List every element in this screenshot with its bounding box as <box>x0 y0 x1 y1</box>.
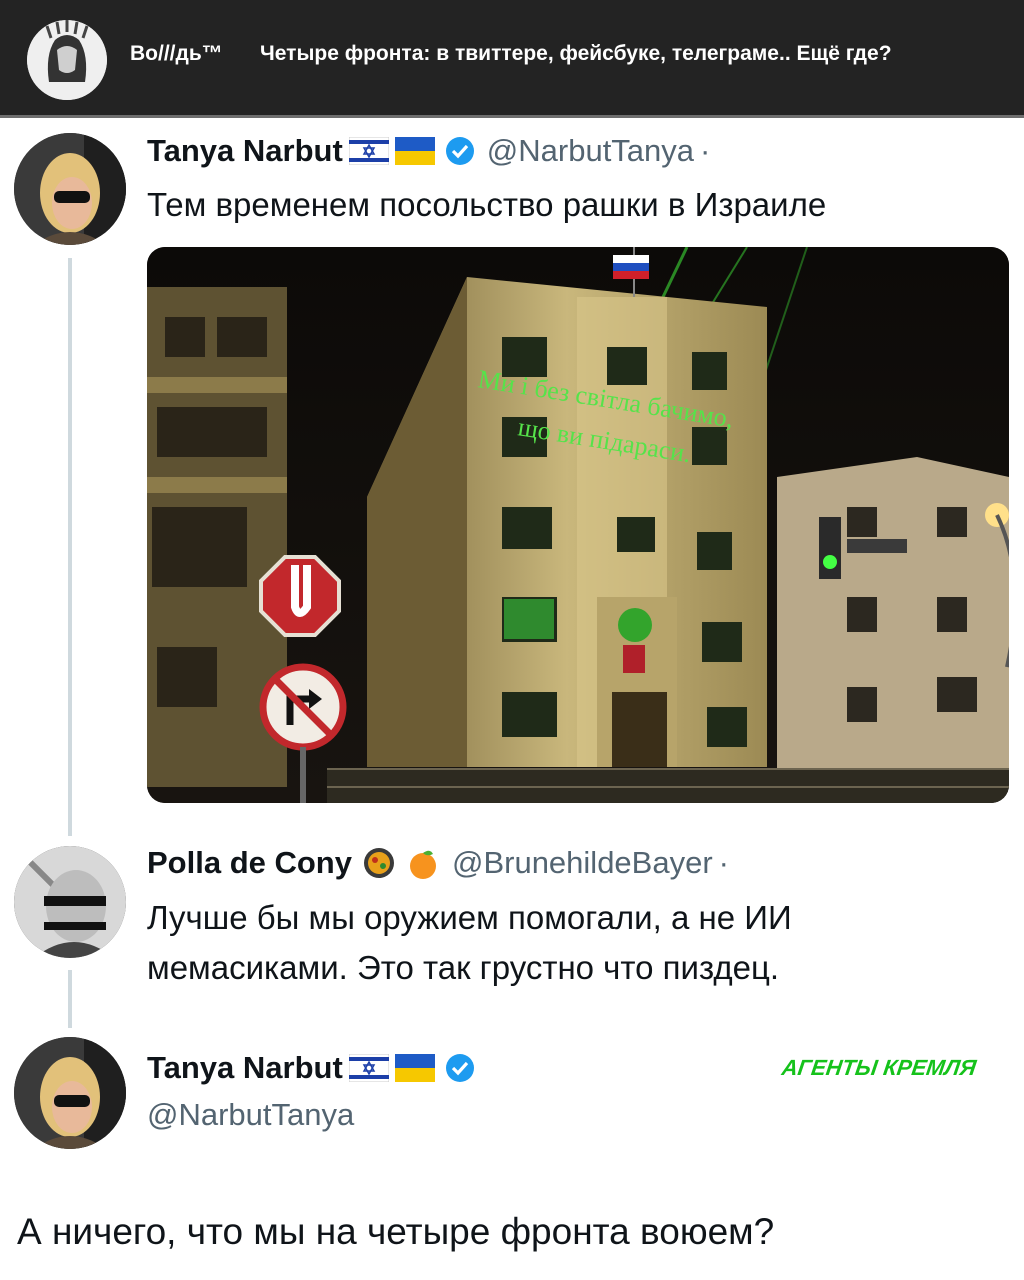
tweet-text-line-1: Лучше бы мы оружием помогали, а не ИИ <box>147 899 792 936</box>
channel-name[interactable]: Во///дь™ <box>130 42 223 66</box>
ukraine-flag-icon <box>394 1054 435 1082</box>
author-handle[interactable]: @NarbutTanya <box>487 133 694 169</box>
tweet-handle-row: @NarbutTanya <box>147 1097 354 1133</box>
tweet-text: А ничего, что мы на четыре фронта воюем? <box>17 1211 775 1252</box>
tweet-author-row: Polla de Cony @BrunehildeBayer · <box>147 845 729 881</box>
author-name[interactable]: Tanya Narbut <box>147 133 343 169</box>
avatar[interactable] <box>14 1037 126 1149</box>
thread-line <box>68 970 72 1028</box>
channel-avatar[interactable] <box>27 20 107 100</box>
channel-header: Во///дь™ Четыре фронта: в твиттере, фейс… <box>0 0 1024 118</box>
author-name[interactable]: Tanya Narbut <box>147 1050 343 1086</box>
orange-icon <box>409 850 436 879</box>
separator-dot: · <box>700 133 711 168</box>
tweet-photo[interactable]: Ми і без світла бачимо, що ви підараси. <box>147 247 1009 803</box>
thread-line <box>68 258 72 836</box>
separator-dot: · <box>718 845 729 880</box>
author-handle[interactable]: @BrunehildeBayer <box>452 845 713 881</box>
israel-flag-icon <box>348 1054 389 1082</box>
verified-badge-icon <box>445 137 474 165</box>
verified-badge-icon <box>445 1054 474 1082</box>
author-handle[interactable]: @NarbutTanya <box>147 1097 354 1133</box>
author-name[interactable]: Polla de Cony <box>147 845 352 881</box>
israel-flag-icon <box>348 137 389 165</box>
post-title: Четыре фронта: в твиттере, фейсбуке, тел… <box>260 42 892 65</box>
tweet-author-row: Tanya Narbut <box>147 1050 475 1086</box>
green-stamp-label: АГЕНТЫ КРЕМЛЯ <box>780 1055 978 1080</box>
tweet-author-row: Tanya Narbut @NarbutTanya · <box>147 133 710 169</box>
tweet-text: Тем временем посольство рашки в Израиле <box>147 186 827 223</box>
avatar[interactable] <box>14 133 126 245</box>
tweet-text-line-2: мемасиками. Это так грустно что пиздец. <box>147 949 780 986</box>
ukraine-flag-icon <box>394 137 435 165</box>
paella-icon <box>363 848 394 878</box>
avatar[interactable] <box>14 846 126 958</box>
